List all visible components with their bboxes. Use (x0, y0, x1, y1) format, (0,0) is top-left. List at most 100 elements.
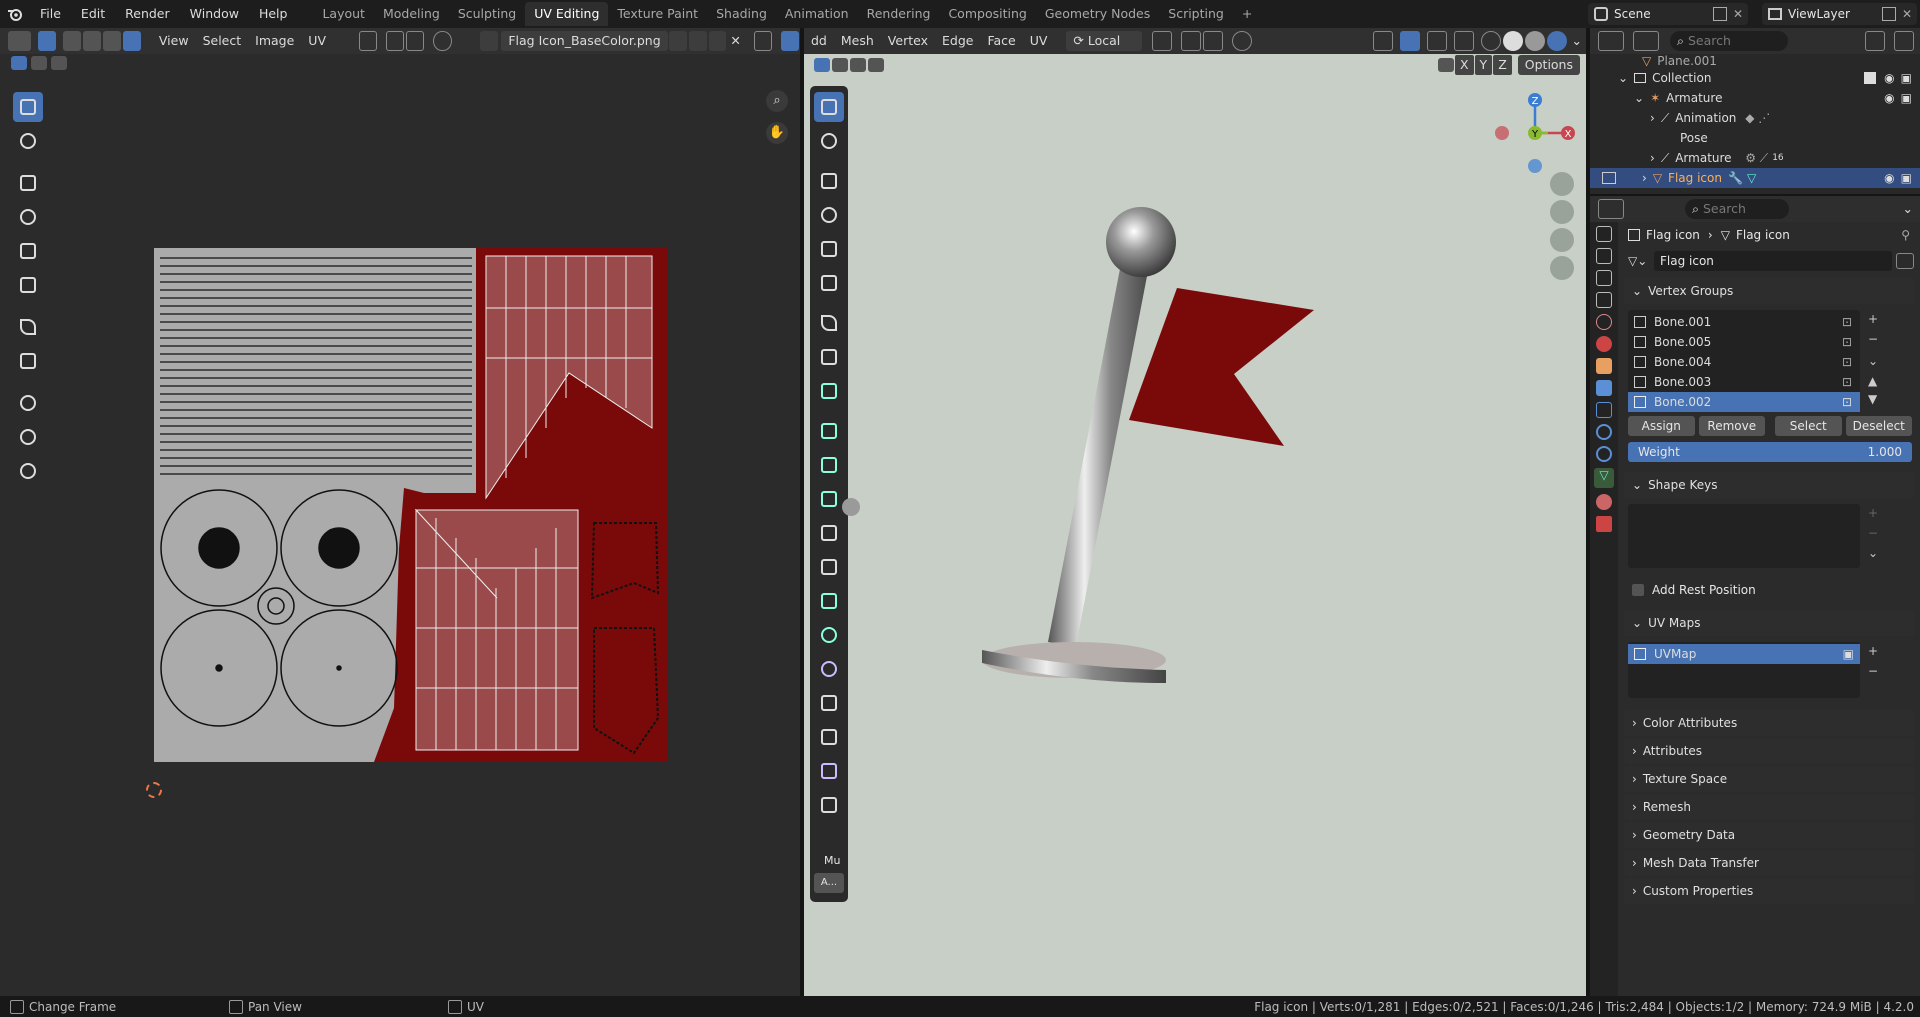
tab-scripting[interactable]: Scripting (1159, 2, 1233, 26)
outliner-display-mode-icon[interactable] (1633, 31, 1659, 51)
geometry-data-panel-header[interactable]: › Geometry Data (1624, 822, 1914, 848)
vertex-group-item-active[interactable]: Bone.002 ⊡ (1628, 392, 1860, 412)
mesh-data-tab-icon[interactable]: ▽ (1594, 468, 1614, 488)
edge-select-icon[interactable] (83, 31, 102, 51)
proportional-editing-icon[interactable] (1232, 31, 1253, 51)
menu-render[interactable]: Render (115, 0, 180, 28)
tab-rendering[interactable]: Rendering (858, 2, 940, 26)
vp-rip-tool-icon[interactable] (814, 790, 844, 820)
new-view-layer-icon[interactable] (1881, 7, 1896, 21)
vp-shear-tool-icon[interactable] (814, 756, 844, 786)
vertex-group-item[interactable]: Bone.004 ⊡ (1628, 352, 1860, 372)
rip-tool-icon[interactable] (13, 346, 43, 376)
vp-cursor-tool-icon[interactable] (814, 126, 844, 156)
options-dropdown[interactable]: Options (1517, 55, 1580, 75)
proportional-falloff-icon[interactable] (1254, 31, 1274, 51)
vp-pan-icon[interactable] (1550, 200, 1574, 224)
mirror-icon[interactable] (1437, 58, 1454, 72)
lock-icon[interactable]: ⊡ (1842, 375, 1852, 389)
vp-transform-tool-icon[interactable] (814, 268, 844, 298)
zoom-icon[interactable]: ⌕ (766, 90, 788, 112)
tab-layout[interactable]: Layout (313, 2, 374, 26)
lock-icon[interactable]: ⊡ (1842, 315, 1852, 329)
uv-map-add-icon[interactable]: + (1868, 644, 1878, 658)
rotate-tool-icon[interactable] (13, 202, 43, 232)
vertex-groups-panel-header[interactable]: ⌄ Vertex Groups (1624, 278, 1914, 304)
overlay-toggle-icon[interactable] (1426, 31, 1447, 51)
properties-editor-type-icon[interactable] (1598, 199, 1624, 219)
vp-edge-slide-tool-icon[interactable] (814, 688, 844, 718)
relax-tool-icon[interactable] (13, 422, 43, 452)
camera-icon[interactable]: ▣ (1901, 91, 1912, 105)
add-workspace-button[interactable]: + (1233, 2, 1261, 26)
vp-shrink-tool-icon[interactable] (814, 722, 844, 752)
blender-logo-icon[interactable] (0, 0, 30, 28)
vp-bevel-tool-icon[interactable] (814, 484, 844, 514)
tool-tab-icon[interactable] (1596, 226, 1612, 242)
vg-specials-icon[interactable]: ⌄ (1868, 354, 1884, 370)
eye-icon[interactable]: ◉ (1884, 171, 1894, 185)
toolbar-collapse-icon[interactable] (842, 498, 860, 516)
lock-icon[interactable]: ⊡ (1842, 355, 1852, 369)
camera-icon[interactable]: ▣ (1901, 171, 1912, 185)
viewport-menu-uv[interactable]: UV (1023, 31, 1055, 51)
proportional-edit-icon[interactable] (433, 31, 452, 51)
pin-icon[interactable] (753, 31, 773, 51)
tab-sculpting[interactable]: Sculpting (449, 2, 525, 26)
vertex-select-icon[interactable] (63, 31, 82, 51)
vg-select-button[interactable]: Select (1775, 416, 1842, 436)
vg-move-down-icon[interactable]: ▼ (1868, 392, 1884, 408)
pinch-tool-icon[interactable] (13, 456, 43, 486)
uv-texture-image[interactable] (154, 248, 668, 762)
vg-add-icon[interactable]: + (1868, 312, 1884, 328)
solid-shading-icon[interactable] (1502, 31, 1523, 51)
viewport-menu-vertex[interactable]: Vertex (881, 31, 935, 51)
vp-add-cube-tool-icon[interactable] (814, 376, 844, 406)
properties-options-icon[interactable]: ⌄ (1896, 199, 1920, 219)
edit-mode-icon[interactable] (1602, 172, 1616, 184)
uv-menu-select[interactable]: Select (196, 31, 249, 51)
vp-select-invert-icon[interactable] (868, 58, 884, 72)
vertex-group-item[interactable]: Bone.001 ⊡ (1628, 312, 1860, 332)
pivot-point-icon[interactable] (1152, 31, 1173, 51)
outliner-filter-icon[interactable] (1865, 31, 1885, 51)
output-tab-icon[interactable] (1596, 270, 1612, 286)
new-scene-icon[interactable] (1712, 7, 1727, 21)
outliner-row-flag-icon[interactable]: › ▽ Flag icon 🔧 ▽ ◉ ▣ (1590, 168, 1920, 188)
attributes-panel-header[interactable]: › Attributes (1624, 738, 1914, 764)
close-scene-icon[interactable]: ✕ (1733, 7, 1743, 21)
color-attributes-panel-header[interactable]: › Color Attributes (1624, 710, 1914, 736)
modifier-tab-icon[interactable] (1596, 380, 1612, 396)
unlink-image-icon[interactable]: ✕ (727, 31, 743, 51)
active-render-camera-icon[interactable]: ▣ (1843, 647, 1854, 661)
vp-smooth-tool-icon[interactable] (814, 654, 844, 684)
vp-scale-tool-icon[interactable] (814, 234, 844, 264)
texture-space-panel-header[interactable]: › Texture Space (1624, 766, 1914, 792)
vp-select-new-icon[interactable] (814, 58, 830, 72)
tab-shading[interactable]: Shading (707, 2, 776, 26)
material-shading-icon[interactable] (1524, 31, 1545, 51)
vp-annotate-tool-icon[interactable] (814, 308, 844, 338)
image-name-field[interactable]: Flag Icon_BaseColor.png (501, 31, 668, 51)
shading-dropdown-icon[interactable]: ⌄ (1568, 31, 1586, 51)
uv-maps-panel-header[interactable]: ⌄ UV Maps (1624, 610, 1914, 636)
mesh-data-transfer-panel-header[interactable]: › Mesh Data Transfer (1624, 850, 1914, 876)
shape-key-list[interactable] (1628, 504, 1860, 568)
outliner-row-collection[interactable]: ⌄ Collection ◉ ▣ (1590, 68, 1920, 88)
viewport-menu-add[interactable]: dd (804, 31, 834, 51)
mesh-name-field[interactable]: Flag icon (1654, 251, 1892, 271)
outliner-row-armature-data[interactable]: › ⟋ Armature ⚙ ⟋ 16 (1590, 148, 1920, 168)
vp-measure-tool-icon[interactable] (814, 342, 844, 372)
tab-animation[interactable]: Animation (776, 2, 858, 26)
select-box-tool-icon[interactable] (13, 92, 43, 122)
uv-map-remove-icon[interactable]: − (1868, 664, 1878, 678)
xray-icon[interactable] (1453, 31, 1474, 51)
material-tab-icon[interactable] (1596, 494, 1612, 510)
vp-ortho-icon[interactable] (1550, 256, 1574, 280)
vp-rotate-tool-icon[interactable] (814, 200, 844, 230)
visibility-icon[interactable] (1372, 31, 1393, 51)
lock-icon[interactable]: ⊡ (1842, 335, 1852, 349)
properties-search[interactable]: ⌕ Search (1685, 199, 1789, 219)
2d-cursor-icon[interactable] (146, 782, 162, 798)
remesh-panel-header[interactable]: › Remesh (1624, 794, 1914, 820)
